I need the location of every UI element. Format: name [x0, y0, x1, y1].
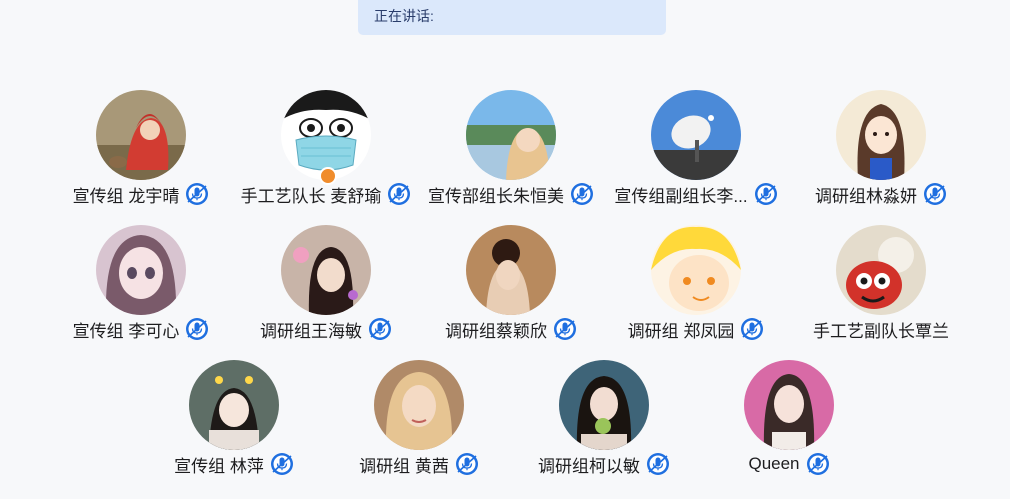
avatar[interactable] — [744, 360, 834, 450]
avatar[interactable] — [651, 90, 741, 180]
participant-name: 宣传组副组长李... — [614, 186, 748, 206]
participant-tile[interactable]: 调研组柯以敏 — [504, 360, 704, 490]
participant-name: 调研组 黄茜 — [359, 456, 449, 476]
mic-icon[interactable] — [754, 182, 778, 206]
participant-tile[interactable]: 调研组 黄茜 — [319, 360, 519, 490]
participant-tile[interactable]: 手工艺副队长覃兰 — [781, 225, 981, 355]
participant-name: 调研组林淼妍 — [815, 186, 917, 206]
avatar[interactable] — [96, 225, 186, 315]
avatar[interactable] — [96, 90, 186, 180]
participant-tile[interactable]: 宣传组 林萍 — [134, 360, 334, 490]
participant-name: 宣传组 林萍 — [174, 456, 264, 476]
woman-portrait-avatar — [744, 360, 834, 450]
mic-icon[interactable] — [806, 452, 830, 476]
girl-updo-avatar — [466, 225, 556, 315]
participant-tile[interactable]: 调研组王海敏 — [226, 225, 426, 355]
avatar[interactable] — [281, 225, 371, 315]
mic-icon[interactable] — [387, 182, 411, 206]
participant-name: 调研组 郑凤园 — [627, 321, 735, 341]
mic-icon[interactable] — [455, 452, 479, 476]
mic-icon[interactable] — [740, 317, 764, 341]
participant-name: 调研组蔡颖欣 — [445, 321, 547, 341]
anime-girl-avatar — [96, 225, 186, 315]
participant-tile[interactable]: 宣传组 李可心 — [41, 225, 241, 355]
avatar[interactable] — [189, 360, 279, 450]
avatar[interactable] — [466, 90, 556, 180]
mic-icon[interactable] — [553, 317, 577, 341]
girl-red-hood-avatar — [96, 90, 186, 180]
satellite-dish-avatar — [651, 90, 741, 180]
participant-name: 宣传组 龙宇晴 — [72, 186, 180, 206]
lake-blonde-avatar — [466, 90, 556, 180]
mic-icon[interactable] — [570, 182, 594, 206]
avatar[interactable] — [466, 225, 556, 315]
mic-icon[interactable] — [646, 452, 670, 476]
cartoon-girl-avatar — [836, 90, 926, 180]
participant-name: 调研组柯以敏 — [538, 456, 640, 476]
mic-icon[interactable] — [185, 317, 209, 341]
participant-tile[interactable]: 宣传部组长朱恒美 — [411, 90, 611, 220]
avatar[interactable] — [836, 90, 926, 180]
participant-tile[interactable]: Queen — [689, 360, 889, 490]
participant-tile[interactable]: 宣传组副组长李... — [596, 90, 796, 220]
avatar[interactable] — [836, 225, 926, 315]
participant-name: Queen — [748, 454, 800, 473]
girl-apple-avatar — [559, 360, 649, 450]
participant-name: 调研组王海敏 — [260, 321, 362, 341]
blonde-woman-avatar — [374, 360, 464, 450]
mic-icon[interactable] — [923, 182, 947, 206]
participant-name: 宣传组 李可心 — [72, 321, 180, 341]
girl-selfie-avatar — [281, 225, 371, 315]
mic-icon[interactable] — [368, 317, 392, 341]
participant-tile[interactable]: 宣传组 龙宇晴 — [41, 90, 241, 220]
cat-doll-avatar — [836, 225, 926, 315]
mic-icon[interactable] — [185, 182, 209, 206]
participant-name: 宣传部组长朱恒美 — [428, 186, 564, 206]
participant-tile[interactable]: 手工艺队长 麦舒瑜 — [226, 90, 426, 220]
avatar[interactable] — [374, 360, 464, 450]
participant-grid: 宣传组 龙宇晴 手工艺队长 麦舒瑜 宣传部组长朱恒美 宣传组副组长李... 调研… — [0, 0, 1010, 499]
avatar[interactable] — [559, 360, 649, 450]
participant-tile[interactable]: 调研组 郑凤园 — [596, 225, 796, 355]
mic-icon[interactable] — [270, 452, 294, 476]
avatar[interactable] — [651, 225, 741, 315]
cartoon-boy-avatar — [651, 225, 741, 315]
participant-tile[interactable]: 调研组林淼妍 — [781, 90, 981, 220]
participant-name: 手工艺副队长覃兰 — [813, 321, 949, 341]
participant-name: 手工艺队长 麦舒瑜 — [240, 186, 382, 206]
participant-tile[interactable]: 调研组蔡颖欣 — [411, 225, 611, 355]
child-photo-avatar — [189, 360, 279, 450]
